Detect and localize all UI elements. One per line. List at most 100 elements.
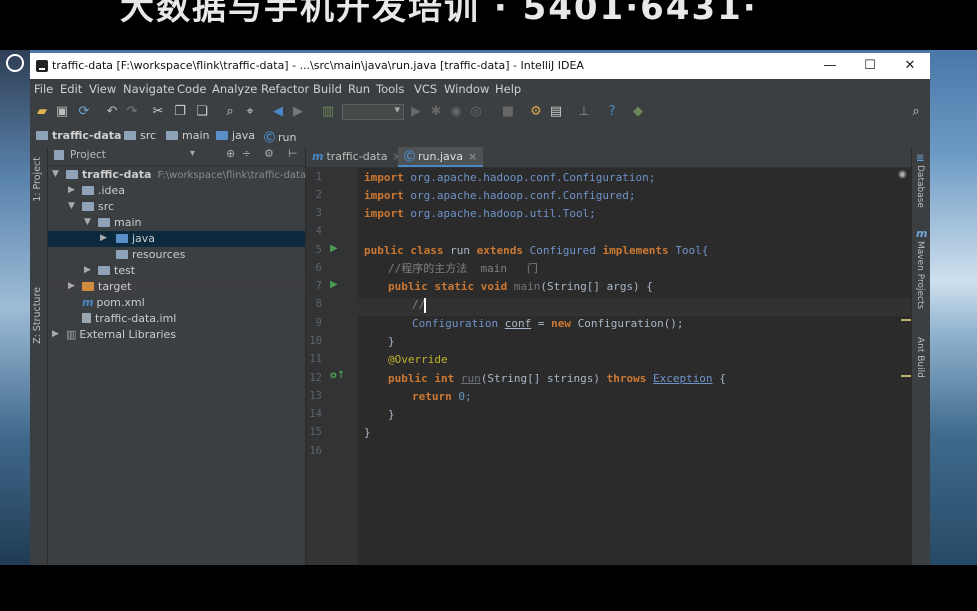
maven-tool-tab[interactable]: Maven Projects — [915, 241, 925, 309]
tree-item-main[interactable]: ▼ main — [48, 215, 305, 231]
undo-icon[interactable]: ↶ — [104, 104, 120, 120]
project-structure-icon[interactable]: ⚙ — [528, 104, 544, 120]
expand-arrow-icon[interactable]: ▼ — [52, 169, 59, 179]
expand-arrow-icon[interactable]: ▶ — [100, 233, 107, 243]
expand-arrow-icon[interactable]: ▶ — [68, 185, 75, 195]
build-icon[interactable]: ▥ — [320, 104, 336, 120]
paste-icon[interactable]: ❏ — [194, 104, 210, 120]
scroll-from-source-icon[interactable]: ⊕ — [226, 147, 235, 160]
find-icon[interactable]: ⌕ — [222, 104, 238, 120]
left-tool-strip: 1: Project Z: Structure rites — [30, 147, 48, 565]
stop-icon[interactable]: ■ — [500, 104, 516, 120]
tree-item-traffic-data[interactable]: ▼ traffic-data F:\workspace\flink\traffic… — [48, 167, 306, 183]
back-icon[interactable]: ◀ — [270, 104, 286, 120]
eye-icon[interactable]: ◉ — [898, 169, 907, 180]
tree-item-resources[interactable]: resources — [48, 247, 305, 263]
expand-arrow-icon[interactable]: ▼ — [84, 217, 91, 227]
coverage-icon[interactable]: ◉ — [448, 104, 464, 120]
right-tool-strip: ≣ Database m Maven Projects Ant Build — [911, 147, 930, 565]
window-title: traffic-data [F:\workspace\flink\traffic… — [52, 59, 584, 72]
navigation-bar: traffic-data src main java Ⓒrun — [30, 125, 930, 148]
project-tool-tab[interactable]: 1: Project — [32, 157, 43, 202]
sync-icon[interactable]: ⟳ — [76, 104, 92, 120]
menu-tools[interactable]: Tools — [376, 82, 404, 96]
save-icon[interactable]: ▣ — [54, 104, 70, 120]
menu-vcs[interactable]: VCS — [414, 82, 437, 96]
sdk-icon[interactable]: ▤ — [548, 104, 564, 120]
menu-analyze[interactable]: Analyze — [212, 82, 257, 96]
view-dropdown-icon[interactable]: ▾ — [190, 148, 195, 159]
breadcrumb-project[interactable]: traffic-data — [36, 129, 121, 142]
menu-edit[interactable]: Edit — [60, 82, 82, 96]
menu-navigate[interactable]: Navigate — [123, 82, 175, 96]
close-tab-icon[interactable]: × — [468, 150, 477, 163]
menu-file[interactable]: File — [34, 82, 53, 96]
tab-traffic-data[interactable]: mtraffic-data× — [306, 147, 408, 167]
menu-build[interactable]: Build — [313, 82, 342, 96]
menu-code[interactable]: Code — [177, 82, 206, 96]
override-method-icon[interactable]: o↑ — [330, 370, 345, 381]
minimize-button[interactable]: — — [810, 53, 850, 79]
tree-item-src[interactable]: ▼ src — [48, 199, 305, 215]
copy-icon[interactable]: ❐ — [172, 104, 188, 120]
module-file-icon — [82, 313, 91, 323]
text-caret — [424, 298, 426, 313]
menu-view[interactable]: View — [89, 82, 116, 96]
menu-refactor[interactable]: Refactor — [261, 82, 309, 96]
title-bar: traffic-data [F:\workspace\flink\traffic… — [30, 53, 930, 80]
run-configuration-select[interactable] — [342, 103, 404, 120]
hide-panel-icon[interactable]: ⊢ — [288, 147, 298, 160]
expand-arrow-icon[interactable]: ▶ — [84, 265, 91, 275]
breadcrumb-java[interactable]: java — [216, 129, 255, 142]
redo-icon[interactable]: ↷ — [124, 104, 140, 120]
search-everywhere-icon[interactable]: ⌕ — [908, 104, 924, 120]
help-icon[interactable]: ? — [604, 104, 620, 120]
tree-item-java[interactable]: ▶ java — [48, 231, 305, 247]
run-main-icon[interactable]: ▶ — [330, 279, 338, 290]
run-class-icon[interactable]: ▶ — [330, 243, 338, 254]
profile-icon[interactable]: ◎ — [468, 104, 484, 120]
cut-icon[interactable]: ✂ — [150, 104, 166, 120]
line-number: 11 — [309, 353, 322, 365]
tree-item-test[interactable]: ▶ test — [48, 263, 305, 279]
tree-item-idea[interactable]: ▶ .idea — [48, 183, 305, 199]
tree-item-iml[interactable]: traffic-data.iml — [48, 311, 305, 327]
breadcrumb-src[interactable]: src — [124, 129, 156, 142]
vcs-icon[interactable]: ⊥ — [576, 104, 592, 120]
expand-arrow-icon[interactable]: ▼ — [68, 201, 75, 211]
forward-icon[interactable]: ▶ — [290, 104, 306, 120]
menu-window[interactable]: Window — [444, 82, 489, 96]
desktop-app-icon[interactable] — [6, 54, 24, 72]
project-view-title[interactable]: Project — [70, 149, 106, 161]
collapse-all-icon[interactable]: ÷ — [242, 147, 251, 160]
video-bottom-bar — [0, 565, 977, 611]
breadcrumb-run[interactable]: Ⓒrun — [264, 129, 296, 145]
expand-arrow-icon[interactable]: ▶ — [68, 281, 75, 291]
expand-arrow-icon[interactable]: ▶ — [52, 329, 59, 339]
code-line-5: public class run extends Configured impl… — [364, 244, 709, 257]
close-button[interactable]: ✕ — [890, 53, 930, 79]
tree-item-pom[interactable]: m pom.xml — [48, 295, 305, 311]
ant-build-tool-tab[interactable]: Ant Build — [915, 337, 925, 378]
folder-icon — [98, 218, 110, 227]
tree-item-target[interactable]: ▶ target — [48, 279, 305, 295]
breadcrumb-main[interactable]: main — [166, 129, 209, 142]
source-folder-icon — [116, 234, 128, 243]
plugin-icon[interactable]: ◆ — [630, 104, 646, 120]
maximize-button[interactable]: ☐ — [850, 53, 890, 79]
debug-icon[interactable]: ✱ — [428, 104, 444, 120]
menu-help[interactable]: Help — [495, 82, 521, 96]
open-folder-icon[interactable]: ▰ — [34, 104, 50, 120]
tab-run-java[interactable]: Ⓒrun.java × — [398, 147, 484, 167]
code-editor[interactable]: import org.apache.hadoop.conf.Configurat… — [358, 167, 911, 565]
menu-run[interactable]: Run — [348, 82, 370, 96]
structure-tool-tab[interactable]: Z: Structure — [32, 287, 43, 344]
line-number: 1 — [315, 171, 322, 183]
database-tool-tab[interactable]: Database — [915, 165, 925, 208]
code-line-7: public static void main(String[] args) { — [388, 280, 653, 293]
run-icon[interactable]: ▶ — [408, 104, 424, 120]
line-number: 15 — [309, 426, 322, 438]
replace-icon[interactable]: ⌖ — [242, 104, 258, 120]
tree-item-external-libraries[interactable]: ▶ ▥ External Libraries — [48, 327, 305, 343]
settings-gear-icon[interactable]: ⚙ — [264, 147, 274, 160]
